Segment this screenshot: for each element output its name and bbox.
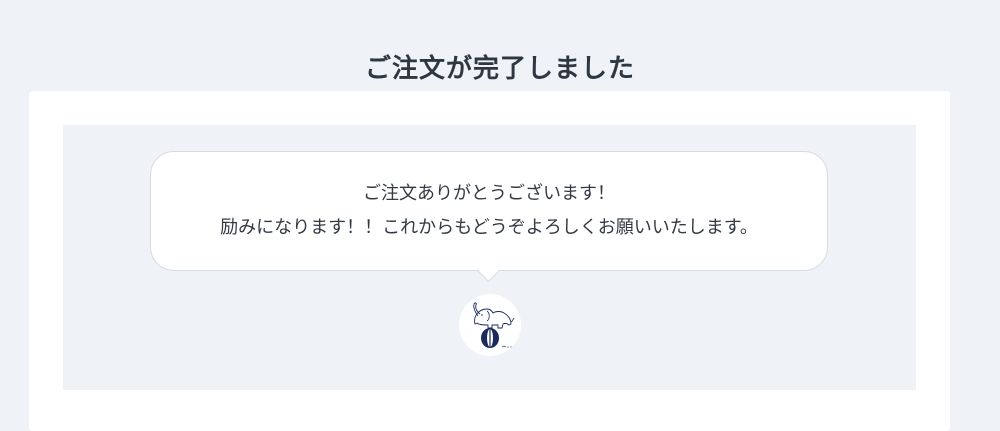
message-line-2: 励みになります！！これからもどうぞよろしくお願いいたします。 bbox=[220, 217, 758, 238]
seller-message-panel: ご注文ありがとうございます！ 励みになります！！これからもどうぞよろしくお願いい… bbox=[63, 125, 916, 390]
speech-bubble: ご注文ありがとうございます！ 励みになります！！これからもどうぞよろしくお願いい… bbox=[150, 151, 828, 283]
order-complete-card: ご注文ありがとうございます！ 励みになります！！これからもどうぞよろしくお願いい… bbox=[29, 91, 950, 431]
message-line-1: ご注文ありがとうございます！ bbox=[363, 183, 615, 204]
seller-avatar[interactable] bbox=[459, 294, 521, 356]
elephant-on-ball-icon bbox=[473, 302, 515, 348]
page-title: ご注文が完了しました bbox=[364, 54, 635, 85]
speech-bubble-tail bbox=[477, 260, 500, 283]
